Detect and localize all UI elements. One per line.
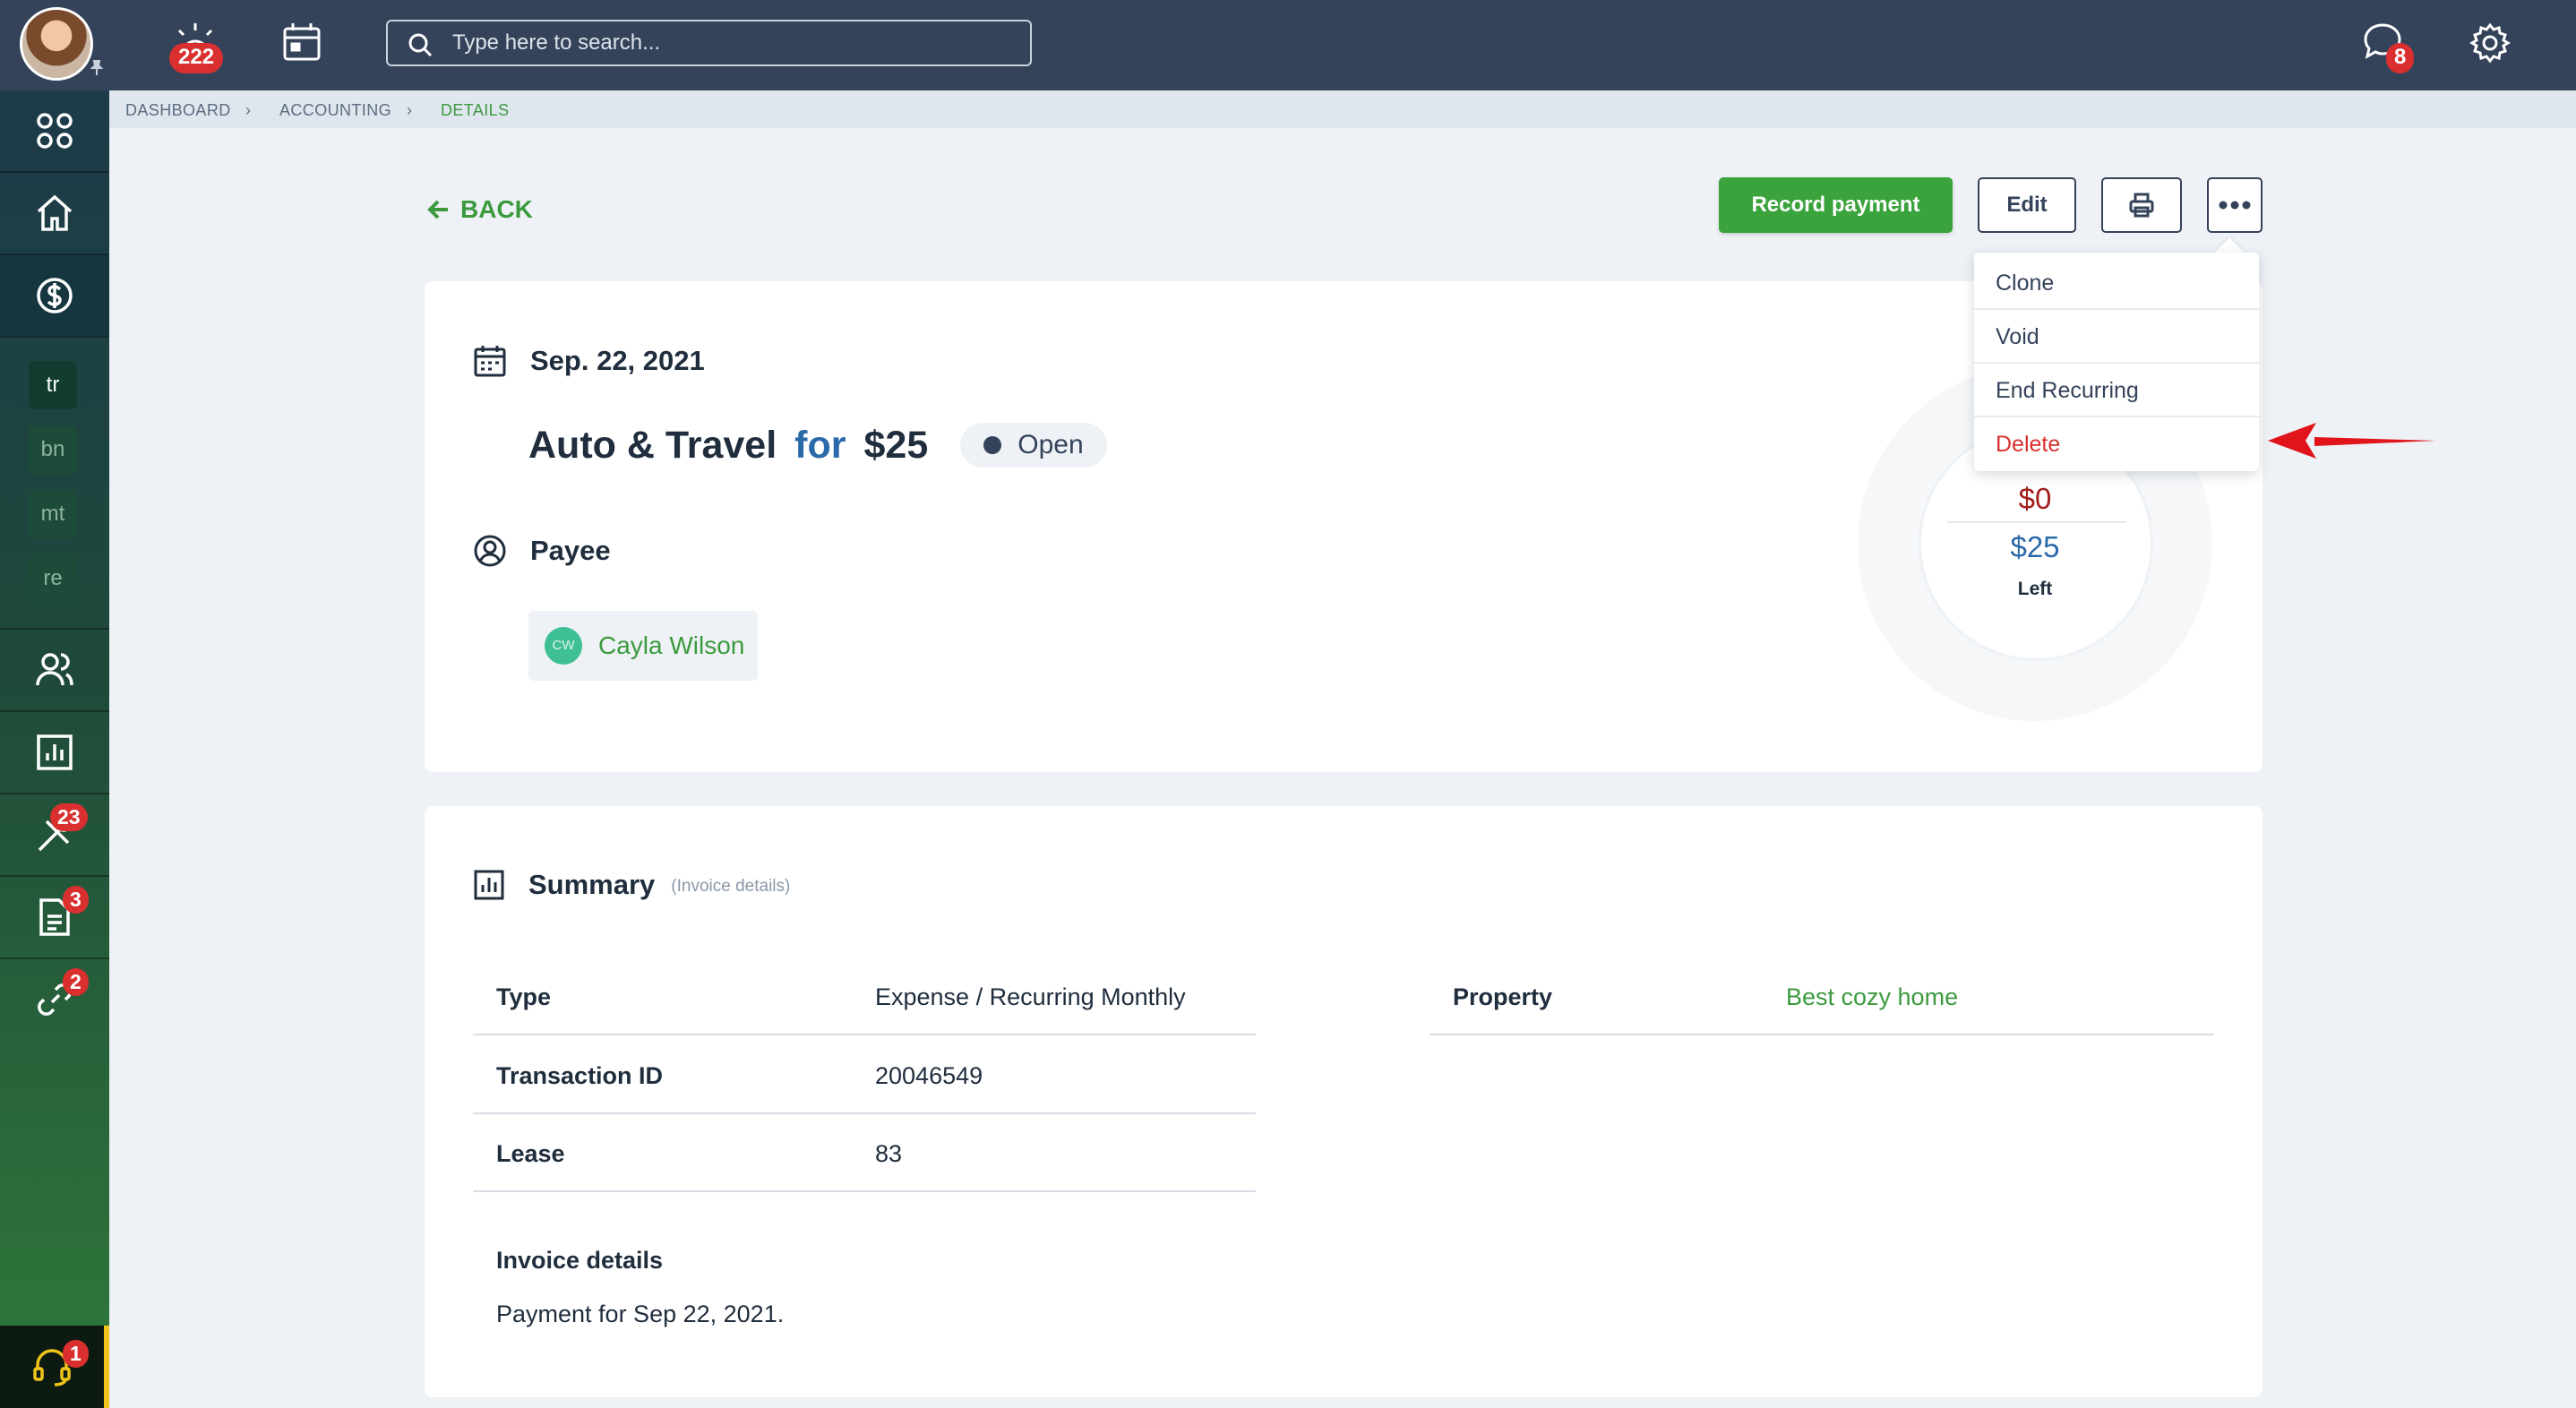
payee-chip[interactable]: CW Cayla Wilson (528, 611, 758, 681)
sidebar-item-documents[interactable] (0, 877, 109, 957)
menu-item-end-recurring[interactable]: End Recurring (1974, 364, 2259, 417)
summary-subtitle: (Invoice details) (671, 877, 791, 896)
paid-amount: $0 (2018, 482, 2052, 515)
invoice-details-label: Invoice details (496, 1247, 664, 1274)
pin-icon (88, 59, 106, 77)
status-label: Open (1018, 430, 1084, 459)
summary-label: Lease (496, 1140, 565, 1167)
for-label: for (794, 423, 846, 467)
summary-heading-row: Summary (Invoice details) (473, 869, 790, 901)
sidebar-item-apps[interactable] (0, 90, 109, 171)
help-badge: 1 (63, 1340, 89, 1368)
apps-grid-icon (37, 113, 73, 149)
chart-icon (37, 734, 73, 770)
home-icon (37, 194, 73, 231)
maintenance-badge: 23 (50, 803, 88, 831)
search-icon (408, 33, 433, 57)
sidebar: tr bn mt re 23 3 2 (0, 90, 109, 1408)
property-link[interactable]: Best cozy home (1786, 983, 1958, 1011)
sidebar-item-accounting[interactable] (0, 255, 109, 336)
summary-title: Summary (528, 869, 656, 900)
summary-row-property: Property Best cozy home (1430, 958, 2214, 1035)
sidebar-item-people[interactable] (0, 630, 109, 710)
more-options-menu: Clone Void End Recurring Delete (1974, 253, 2259, 471)
menu-item-delete[interactable]: Delete (1974, 417, 2259, 471)
summary-value: Expense / Recurring Monthly (875, 983, 1186, 1010)
menu-item-void[interactable]: Void (1974, 310, 2259, 364)
sidebar-item-home[interactable] (0, 173, 109, 253)
links-badge: 2 (63, 968, 89, 996)
summary-label: Transaction ID (496, 1062, 664, 1089)
ring-divider (1947, 521, 2126, 523)
edit-button[interactable]: Edit (1978, 177, 2076, 233)
left-amount: $25 (2010, 530, 2060, 563)
payee-heading: Payee (530, 535, 611, 566)
record-payment-button[interactable]: Record payment (1719, 177, 1953, 233)
breadcrumb-accounting[interactable]: ACCOUNTING (279, 101, 391, 120)
summary-card: Summary (Invoice details) Type Expense /… (425, 806, 2263, 1397)
sidebar-chip-tr[interactable]: tr (29, 361, 77, 409)
user-circle-icon (474, 535, 506, 567)
summary-row-lease: Lease 83 (473, 1115, 1256, 1192)
payee-heading-row: Payee (473, 534, 611, 568)
more-options-button[interactable] (2207, 177, 2263, 233)
breadcrumb: DASHBOARD › ACCOUNTING › DETAILS (109, 90, 2576, 128)
menu-item-clone[interactable]: Clone (1974, 256, 2259, 310)
top-bar: 222 8 (0, 0, 2576, 90)
calendar-icon (474, 346, 506, 377)
invoice-details-value: Payment for Sep 22, 2021. (496, 1301, 785, 1327)
annotation-arrow-icon (2268, 423, 2436, 459)
summary-value: 20046549 (875, 1062, 983, 1089)
status-badge: Open (960, 423, 1107, 468)
payee-name: Cayla Wilson (598, 631, 745, 659)
print-button[interactable] (2101, 177, 2182, 233)
documents-badge: 3 (63, 886, 89, 914)
sidebar-chip-bn[interactable]: bn (29, 425, 77, 474)
avatar[interactable] (20, 7, 93, 81)
transaction-category: Auto & Travel (528, 423, 777, 467)
users-icon (36, 653, 73, 686)
transaction-title: Auto & Travel for $25 Open (528, 423, 1107, 468)
more-horizontal-icon (2219, 201, 2251, 210)
date-row: Sep. 22, 2021 (473, 344, 705, 378)
gear-icon[interactable] (2465, 18, 2515, 68)
dollar-icon (37, 278, 73, 313)
summary-value: 83 (875, 1140, 903, 1167)
back-label: BACK (460, 195, 533, 223)
summary-row-type: Type Expense / Recurring Monthly (473, 958, 1256, 1035)
transaction-amount: $25 (863, 423, 929, 467)
sidebar-chip-re[interactable]: re (29, 554, 77, 603)
sidebar-item-links[interactable] (0, 959, 109, 1040)
payee-avatar: CW (545, 627, 582, 665)
summary-label: Property (1453, 983, 1553, 1010)
arrow-left-icon (427, 200, 448, 219)
notifications-badge: 222 (169, 43, 224, 73)
help-button[interactable] (0, 1326, 109, 1408)
sidebar-chip-mt[interactable]: mt (29, 490, 77, 538)
back-button[interactable]: BACK (426, 195, 533, 224)
search-input[interactable] (452, 29, 1008, 57)
sidebar-item-reports[interactable] (0, 712, 109, 793)
summary-label: Type (496, 983, 552, 1010)
transaction-date: Sep. 22, 2021 (530, 345, 705, 376)
status-dot-icon (983, 436, 1002, 454)
breadcrumb-dashboard[interactable]: DASHBOARD (125, 101, 231, 120)
search-box[interactable] (386, 20, 1032, 66)
printer-icon (2129, 193, 2154, 218)
chart-icon (474, 870, 504, 900)
left-label: Left (2017, 579, 2053, 599)
breadcrumb-details: DETAILS (441, 101, 510, 119)
chevron-right-icon: › (245, 101, 252, 119)
messages-badge: 8 (2386, 43, 2415, 73)
calendar-icon[interactable] (278, 18, 328, 68)
chevron-right-icon: › (407, 101, 413, 119)
summary-row-transaction-id: Transaction ID 20046549 (473, 1037, 1256, 1114)
